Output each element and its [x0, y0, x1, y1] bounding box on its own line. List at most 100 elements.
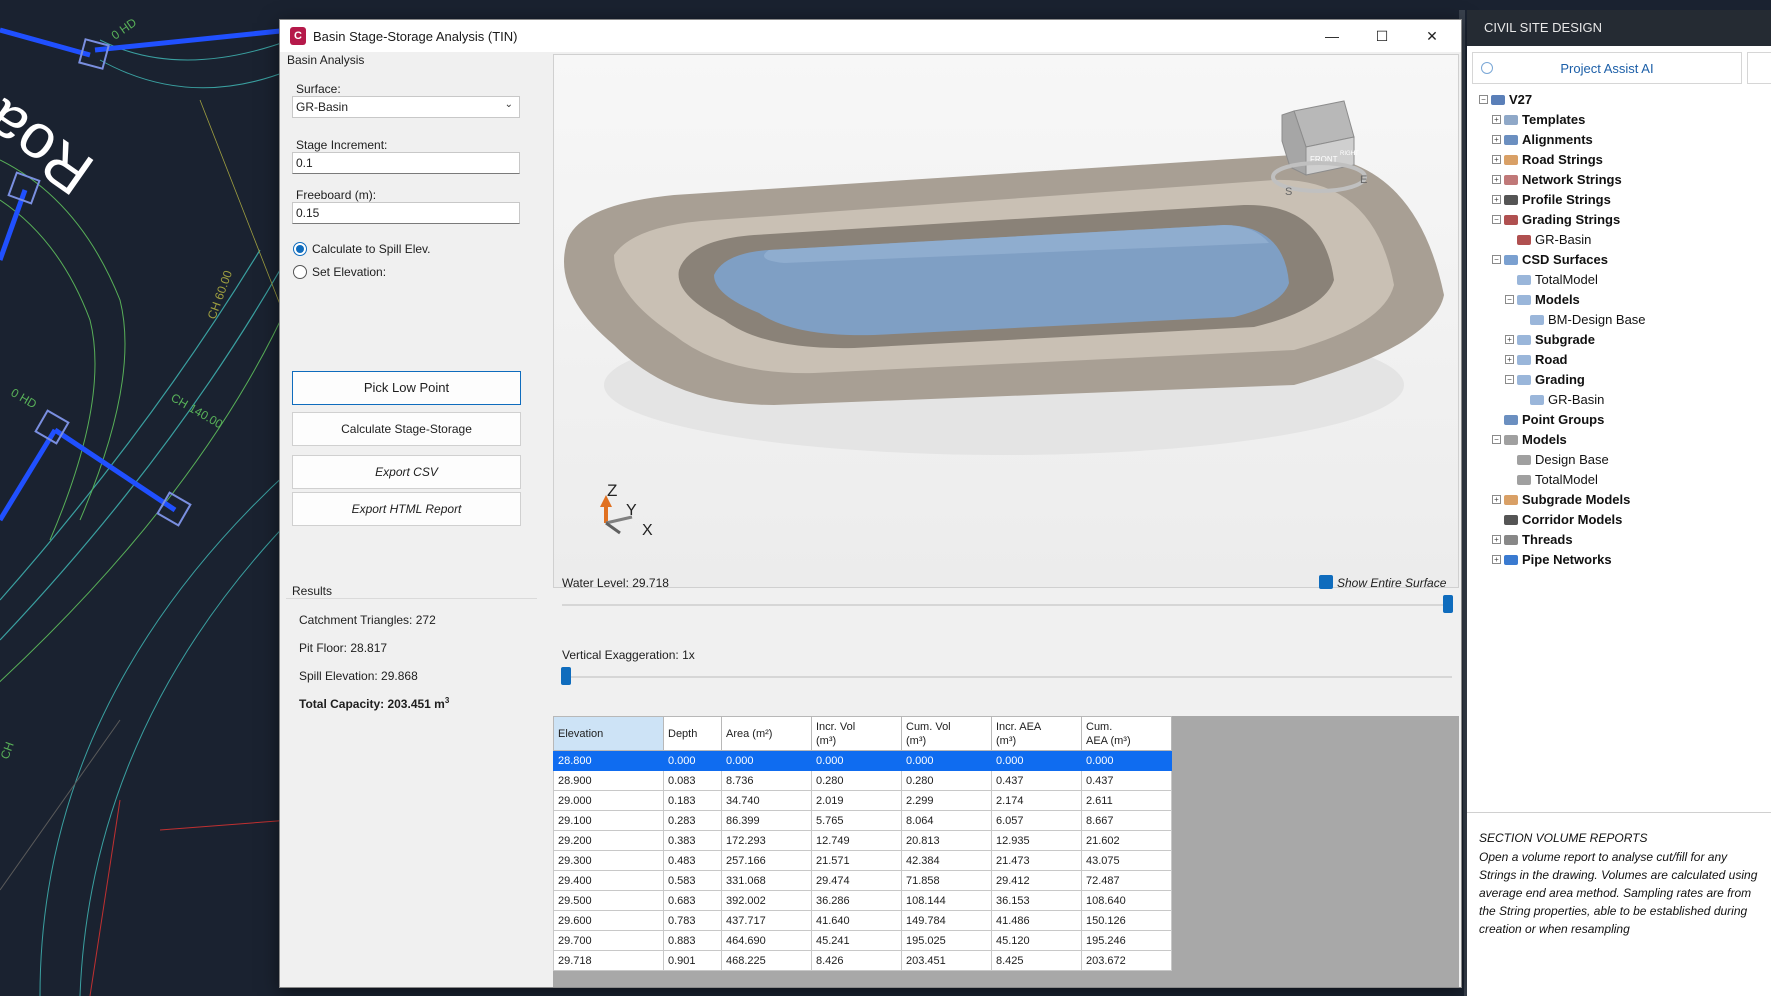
tree-item[interactable]: Corridor Models [1522, 512, 1622, 527]
tree-item[interactable]: Threads [1522, 532, 1573, 547]
tree-item[interactable]: V27 [1509, 92, 1532, 107]
expand-icon[interactable]: + [1492, 155, 1501, 164]
tree-item[interactable]: Alignments [1522, 132, 1593, 147]
table-cell: 29.412 [991, 870, 1082, 891]
tree-item[interactable]: BM-Design Base [1548, 312, 1646, 327]
collapse-icon[interactable]: − [1505, 375, 1514, 384]
close-button[interactable]: ✕ [1407, 20, 1457, 52]
expand-icon[interactable]: + [1492, 195, 1501, 204]
export-html-report-button[interactable]: Export HTML Report [292, 492, 521, 526]
table-row[interactable]: 29.718 0.901 468.225 8.426 203.451 8.425 203.6… [553, 950, 1172, 971]
surface-select[interactable]: GR-Basin ⌄ [292, 96, 520, 118]
column-header[interactable]: Cum. AEA (m³) [1081, 716, 1172, 751]
table-cell: 29.700 [553, 930, 664, 951]
table-cell: 0.280 [901, 770, 992, 791]
tree-node-icon [1504, 435, 1518, 445]
column-header-label: Incr. AEA [996, 720, 1042, 733]
water-level-slider[interactable] [562, 604, 1452, 606]
table-cell: 0.280 [811, 770, 902, 791]
collapse-icon[interactable]: − [1492, 255, 1501, 264]
table-row[interactable]: 28.800 0.000 0.000 0.000 0.000 0.000 0.000 [553, 750, 1172, 771]
project-assist-label: Project Assist AI [1560, 61, 1654, 76]
expand-icon[interactable]: + [1505, 355, 1514, 364]
table-cell: 0.683 [663, 890, 722, 911]
basin-analysis-dialog: C Basin Stage-Storage Analysis (TIN) — ☐… [279, 19, 1462, 988]
vertical-exaggeration-slider-thumb[interactable] [561, 667, 571, 685]
column-header[interactable]: Incr. Vol (m³) [811, 716, 902, 751]
refresh-button[interactable] [1747, 52, 1771, 84]
table-row[interactable]: 29.400 0.583 331.068 29.474 71.858 29.412 72.4… [553, 870, 1172, 891]
basin-3d-view[interactable]: FRONT RIGHT S E Z Y X [553, 54, 1459, 588]
table-row[interactable]: 29.600 0.783 437.717 41.640 149.784 41.486 150… [553, 910, 1172, 931]
table-cell: 8.736 [721, 770, 812, 791]
export-csv-button[interactable]: Export CSV [292, 455, 521, 489]
radio-spill-label: Calculate to Spill Elev. [312, 242, 431, 256]
tree-item[interactable]: Subgrade Models [1522, 492, 1630, 507]
stage-increment-input[interactable]: 0.1 [292, 152, 520, 174]
tree-item[interactable]: Road [1535, 352, 1568, 367]
tree-item[interactable]: GR-Basin [1548, 392, 1604, 407]
expand-icon[interactable]: + [1492, 535, 1501, 544]
expand-icon[interactable]: + [1492, 495, 1501, 504]
tree-item[interactable]: CSD Surfaces [1522, 252, 1608, 267]
show-entire-surface-checkbox[interactable] [1319, 575, 1333, 589]
table-row[interactable]: 29.200 0.383 172.293 12.749 20.813 12.935 21.6… [553, 830, 1172, 851]
tree-item[interactable]: Grading [1535, 372, 1585, 387]
expand-icon[interactable]: + [1492, 555, 1501, 564]
column-header-unit: AEA (m³) [1086, 734, 1131, 747]
table-row[interactable]: 28.900 0.083 8.736 0.280 0.280 0.437 0.437 [553, 770, 1172, 791]
dialog-titlebar[interactable]: C Basin Stage-Storage Analysis (TIN) — ☐… [280, 20, 1461, 52]
column-header[interactable]: Incr. AEA (m³) [991, 716, 1082, 751]
expand-icon[interactable]: + [1492, 175, 1501, 184]
radio-set-elevation[interactable] [293, 265, 307, 279]
table-cell: 437.717 [721, 910, 812, 931]
surface-select-value: GR-Basin [296, 100, 349, 114]
tree-item[interactable]: Models [1522, 432, 1567, 447]
table-cell: 2.611 [1081, 790, 1172, 811]
radio-spill-elev[interactable] [293, 242, 307, 256]
app-icon: C [290, 27, 306, 45]
tree-item[interactable]: GR-Basin [1535, 232, 1591, 247]
expand-icon[interactable]: + [1492, 135, 1501, 144]
tree-item[interactable]: TotalModel [1535, 472, 1598, 487]
minimize-button[interactable]: — [1307, 20, 1357, 52]
tree-item[interactable]: Profile Strings [1522, 192, 1611, 207]
tree-item[interactable]: Pipe Networks [1522, 552, 1612, 567]
collapse-icon[interactable]: − [1479, 95, 1488, 104]
table-row[interactable]: 29.000 0.183 34.740 2.019 2.299 2.174 2.611 [553, 790, 1172, 811]
table-cell: 8.667 [1081, 810, 1172, 831]
tree-item[interactable]: Subgrade [1535, 332, 1595, 347]
table-row[interactable]: 29.700 0.883 464.690 45.241 195.025 45.120 195… [553, 930, 1172, 951]
water-level-slider-thumb[interactable] [1443, 595, 1454, 613]
collapse-icon[interactable]: − [1505, 295, 1514, 304]
tree-item[interactable]: TotalModel [1535, 272, 1598, 287]
tree-item[interactable]: Network Strings [1522, 172, 1622, 187]
pick-low-point-button[interactable]: Pick Low Point [292, 371, 521, 405]
project-assist-button[interactable]: Project Assist AI [1472, 52, 1742, 84]
column-header[interactable]: Elevation [553, 716, 664, 751]
vertical-exaggeration-slider[interactable] [562, 676, 1452, 678]
collapse-icon[interactable]: − [1492, 435, 1501, 444]
column-header[interactable]: Cum. Vol (m³) [901, 716, 992, 751]
column-header[interactable]: Area (m²) [721, 716, 812, 751]
tree-item[interactable]: Design Base [1535, 452, 1609, 467]
tree-item[interactable]: Road Strings [1522, 152, 1603, 167]
tree-item[interactable]: Templates [1522, 112, 1585, 127]
table-cell: 172.293 [721, 830, 812, 851]
tree-node-icon [1504, 175, 1518, 185]
table-cell: 41.640 [811, 910, 902, 931]
tree-item[interactable]: Grading Strings [1522, 212, 1620, 227]
expand-icon[interactable]: + [1492, 115, 1501, 124]
table-row[interactable]: 29.500 0.683 392.002 36.286 108.144 36.153 108… [553, 890, 1172, 911]
freeboard-input[interactable]: 0.15 [292, 202, 520, 224]
tree-item[interactable]: Models [1535, 292, 1580, 307]
maximize-button[interactable]: ☐ [1357, 20, 1407, 52]
calculate-stage-storage-button[interactable]: Calculate Stage-Storage [292, 412, 521, 446]
table-row[interactable]: 29.100 0.283 86.399 5.765 8.064 6.057 8.667 [553, 810, 1172, 831]
table-row[interactable]: 29.300 0.483 257.166 21.571 42.384 21.473 43.0… [553, 850, 1172, 871]
collapse-icon[interactable]: − [1492, 215, 1501, 224]
table-cell: 72.487 [1081, 870, 1172, 891]
column-header[interactable]: Depth [663, 716, 722, 751]
expand-icon[interactable]: + [1505, 335, 1514, 344]
tree-item[interactable]: Point Groups [1522, 412, 1604, 427]
